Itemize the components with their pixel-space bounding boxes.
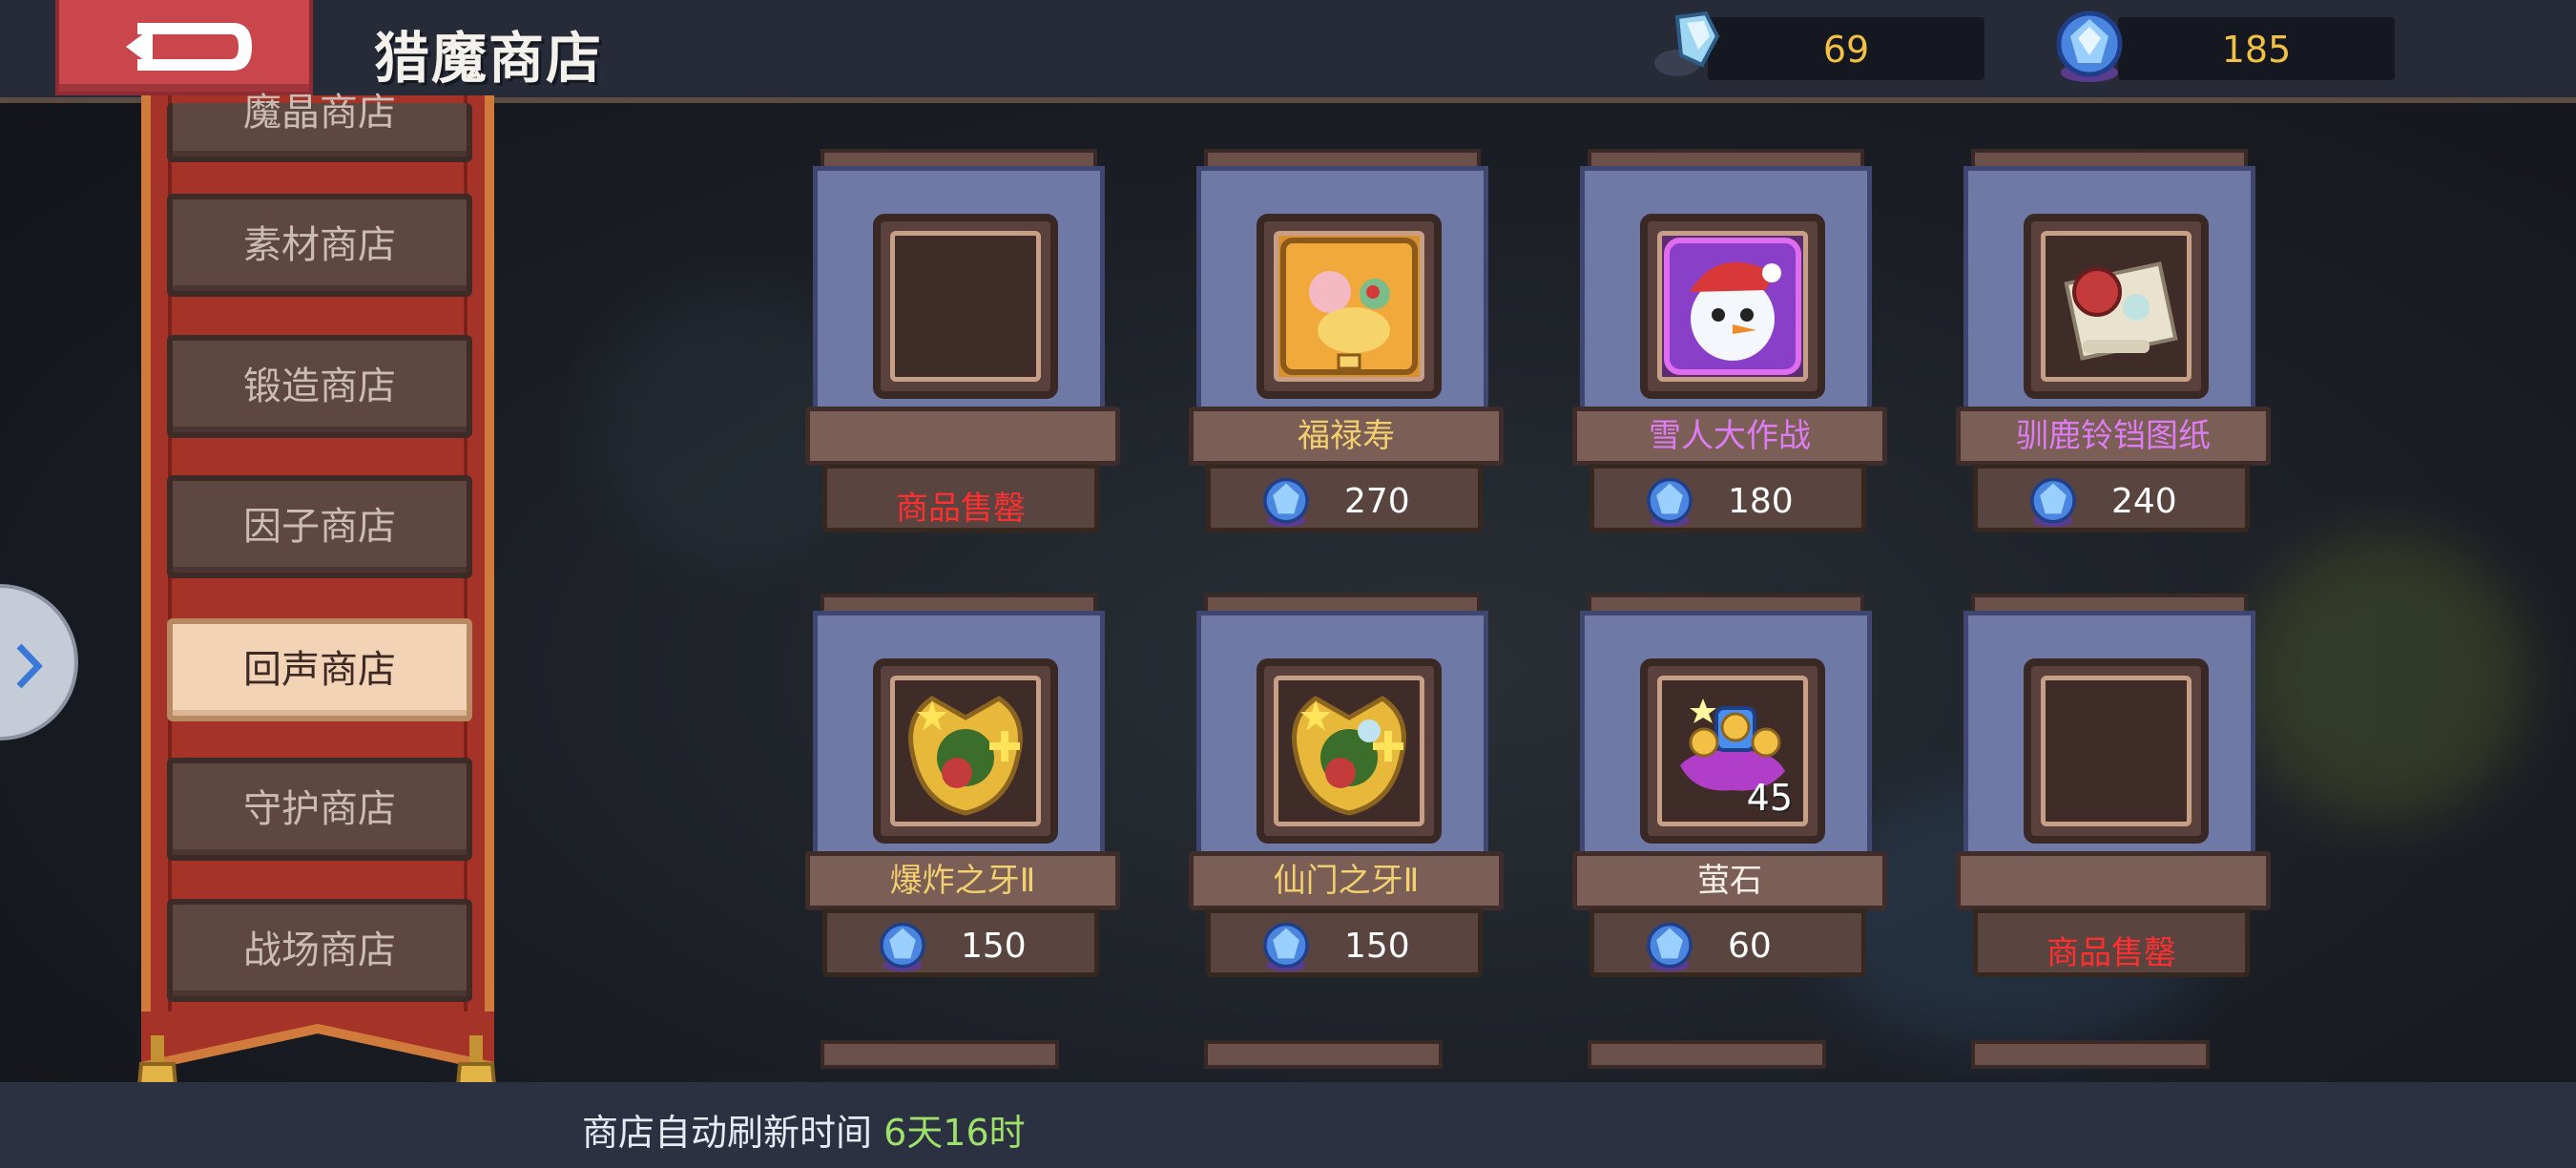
- item-price: 180: [1728, 482, 1794, 521]
- sold-out-label: 商品售罄: [896, 490, 1026, 528]
- footer-bar: 商店自动刷新时间 6天16时: [0, 1082, 2576, 1168]
- empty-slot: [2041, 676, 2192, 826]
- card-top-peek: [1971, 1040, 2210, 1069]
- blue-gem-icon: [1263, 922, 1309, 972]
- sidebar-item-guardian-shop[interactable]: 守护商店: [167, 758, 472, 861]
- card-panel: [1196, 166, 1488, 412]
- item-slot: [873, 658, 1058, 844]
- shop-item-card[interactable]: 爆炸之牙Ⅱ 150: [805, 594, 1128, 987]
- price-bar: 150: [822, 908, 1099, 977]
- blue-gem-icon: [1263, 477, 1309, 528]
- item-name: 福禄寿: [1189, 407, 1504, 466]
- item-slot: [873, 214, 1058, 399]
- sidebar-item-forge-shop[interactable]: 锻造商店: [167, 335, 472, 438]
- shop-item-card[interactable]: 商品售罄: [805, 149, 1128, 542]
- refresh-label: 商店自动刷新时间: [582, 1112, 873, 1154]
- banner-tail: [141, 1012, 494, 1072]
- gem-currency: 185: [2118, 17, 2395, 80]
- reindeer-bell-blueprint-icon: [2064, 261, 2178, 361]
- background-glow: [2242, 534, 2528, 821]
- price-bar: 商品售罄: [1973, 908, 2250, 977]
- card-panel: [1963, 611, 2255, 857]
- refresh-timer: 商店自动刷新时间 6天16时: [582, 1103, 1026, 1156]
- item-quantity: 45: [1746, 777, 1793, 819]
- sidebar-item-factor-shop[interactable]: 因子商店: [167, 475, 472, 578]
- card-panel: [1580, 166, 1872, 412]
- chevron-right-icon: [16, 643, 43, 689]
- price-bar: 商品售罄: [822, 464, 1099, 532]
- empty-slot: [890, 231, 1041, 382]
- shop-item-card[interactable]: 仙门之牙Ⅱ 150: [1189, 594, 1511, 987]
- item-name: [1956, 851, 2271, 910]
- item-name: 爆炸之牙Ⅱ: [805, 851, 1120, 910]
- item-price: 240: [2111, 482, 2177, 521]
- refresh-time: 6天16时: [883, 1112, 1026, 1154]
- card-panel: 45: [1580, 611, 1872, 857]
- shop-item-card[interactable]: 驯鹿铃铛图纸 240: [1956, 149, 2278, 542]
- blue-gem-icon: [880, 922, 925, 972]
- back-arrow-icon: [126, 23, 252, 71]
- sold-out-label: 商品售罄: [2046, 934, 2176, 972]
- page-title: 猎魔商店: [374, 26, 604, 91]
- fortune-treasure-icon: [1280, 238, 1418, 375]
- shop-item-card[interactable]: 福禄寿 270: [1189, 149, 1511, 542]
- item-slot: [1257, 658, 1442, 844]
- blue-gem-icon: [2056, 10, 2123, 82]
- top-bar: 猎魔商店 69 185: [0, 0, 2576, 103]
- crystal-currency-value: 69: [1822, 29, 1870, 71]
- price-bar: 180: [1589, 464, 1866, 532]
- explosion-fang-badge-icon: [908, 696, 1023, 816]
- item-name: 驯鹿铃铛图纸: [1956, 407, 2271, 466]
- crystal-shard-icon: [1654, 10, 1720, 76]
- sidebar-item-echo-shop[interactable]: 回声商店: [167, 618, 472, 721]
- item-slot: 45: [1640, 658, 1825, 844]
- item-price: 150: [961, 927, 1027, 966]
- sidebar-item-magic-crystal-shop[interactable]: 魔晶商店: [167, 94, 472, 162]
- sidebar-item-battlefield-shop[interactable]: 战场商店: [167, 899, 472, 1002]
- price-bar: 270: [1206, 464, 1483, 532]
- item-price: 60: [1728, 927, 1772, 966]
- item-price: 150: [1344, 927, 1410, 966]
- price-bar: 60: [1589, 908, 1866, 977]
- item-name: 雪人大作战: [1572, 407, 1887, 466]
- snowman-avatar-icon: [1664, 238, 1801, 375]
- card-top-peek: [1204, 1040, 1443, 1069]
- card-panel: [813, 166, 1105, 412]
- item-name: 仙门之牙Ⅱ: [1189, 851, 1504, 910]
- shop-item-card[interactable]: 雪人大作战 180: [1572, 149, 1895, 542]
- price-bar: 240: [1973, 464, 2250, 532]
- item-name: [805, 407, 1120, 466]
- back-button[interactable]: [55, 0, 313, 95]
- card-top-peek: [1588, 1040, 1826, 1069]
- crystal-currency: 69: [1708, 17, 1984, 80]
- card-panel: [813, 611, 1105, 857]
- item-slot: [1257, 214, 1442, 399]
- shop-item-card[interactable]: 45 萤石 60: [1572, 594, 1895, 987]
- item-slot: [2024, 658, 2209, 844]
- blue-gem-icon: [1647, 922, 1693, 972]
- gem-currency-value: 185: [2221, 29, 2292, 71]
- card-panel: [1196, 611, 1488, 857]
- card-top-peek: [821, 1040, 1059, 1069]
- sidebar-item-material-shop[interactable]: 素材商店: [167, 194, 472, 297]
- blue-gem-icon: [2030, 477, 2076, 528]
- item-price: 270: [1344, 482, 1410, 521]
- card-panel: [1963, 166, 2255, 412]
- item-slot: [1640, 214, 1825, 399]
- item-slot: [2024, 214, 2209, 399]
- immortal-gate-fang-badge-icon: [1292, 696, 1406, 816]
- blue-gem-icon: [1647, 477, 1693, 528]
- shop-item-card[interactable]: 商品售罄: [1956, 594, 2278, 987]
- item-name: 萤石: [1572, 851, 1887, 910]
- price-bar: 150: [1206, 908, 1483, 977]
